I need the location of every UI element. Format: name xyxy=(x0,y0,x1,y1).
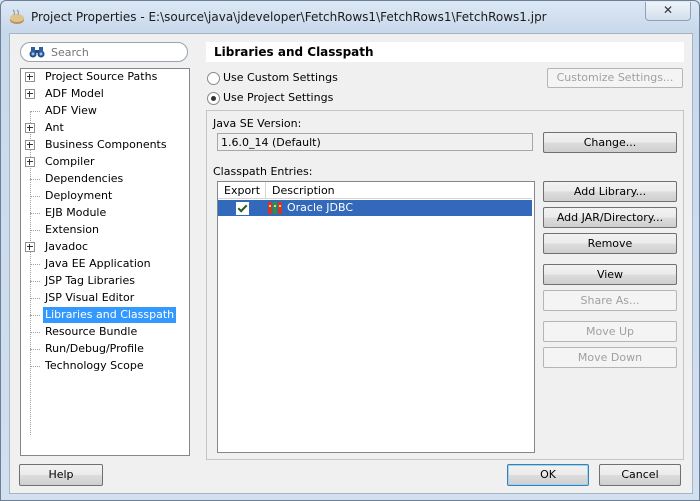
column-header-description[interactable]: Description xyxy=(266,182,532,199)
page-title: Libraries and Classpath xyxy=(206,42,684,62)
tree-connector xyxy=(30,196,40,197)
title-bar[interactable]: Project Properties - E:\source\java\jdev… xyxy=(1,1,699,33)
share-as-button[interactable]: Share As... xyxy=(543,290,677,311)
tree-connector xyxy=(30,281,40,282)
close-icon: ✕ xyxy=(662,3,674,17)
tree-item-label: Deployment xyxy=(45,189,113,202)
jdeveloper-icon xyxy=(10,9,24,24)
add-jar-directory-button[interactable]: Add JAR/Directory... xyxy=(543,207,677,228)
tree-item-label: Resource Bundle xyxy=(45,325,138,338)
tree-item-label: Ant xyxy=(45,121,64,134)
close-window-button[interactable]: ✕ xyxy=(645,2,691,21)
classpath-entries-label: Classpath Entries: xyxy=(213,165,313,178)
tree-connector xyxy=(30,230,40,231)
tree-item-label: ADF View xyxy=(45,104,97,117)
tree-connector xyxy=(30,315,40,316)
expand-icon[interactable] xyxy=(25,72,35,82)
expand-icon[interactable] xyxy=(25,89,35,99)
tree-item-label: Compiler xyxy=(45,155,95,168)
tree-item-label: Technology Scope xyxy=(45,359,144,372)
move-down-button[interactable]: Move Down xyxy=(543,347,677,368)
tree-connector xyxy=(30,264,40,265)
tree-connector xyxy=(30,111,40,112)
tree-item-label: Extension xyxy=(45,223,100,236)
dialog-body: Project Source Paths ADF Model ADF View … xyxy=(9,33,693,494)
tree-item-label: EJB Module xyxy=(45,206,107,219)
tree-connector xyxy=(30,213,40,214)
tree-connector xyxy=(30,332,40,333)
category-tree[interactable]: Project Source Paths ADF Model ADF View … xyxy=(20,68,190,456)
use-custom-settings-radio[interactable] xyxy=(207,72,220,85)
customize-settings-button[interactable]: Customize Settings... xyxy=(547,68,683,88)
tree-item-label: Java EE Application xyxy=(45,257,151,270)
tree-item-label: ADF Model xyxy=(45,87,104,100)
cancel-button[interactable]: Cancel xyxy=(599,464,681,486)
tree-connector xyxy=(30,179,40,180)
window-title: Project Properties - E:\source\java\jdev… xyxy=(31,10,547,24)
use-project-settings-label[interactable]: Use Project Settings xyxy=(223,91,333,104)
tree-connector xyxy=(30,298,40,299)
search-field[interactable] xyxy=(20,42,188,62)
ok-button[interactable]: OK xyxy=(507,464,589,486)
view-button[interactable]: View xyxy=(543,264,677,285)
entry-description: Oracle JDBC xyxy=(287,201,354,214)
java-se-version-field: 1.6.0_14 (Default) xyxy=(217,133,533,151)
expand-icon[interactable] xyxy=(25,140,35,150)
tree-item-label: Run/Debug/Profile xyxy=(45,342,144,355)
tree-item-label: Project Source Paths xyxy=(45,70,158,83)
tree-connector xyxy=(30,366,40,367)
tree-item-label: JSP Tag Libraries xyxy=(45,274,135,287)
expand-icon[interactable] xyxy=(25,242,35,252)
move-up-button[interactable]: Move Up xyxy=(543,321,677,342)
export-checkbox[interactable] xyxy=(236,202,249,215)
use-custom-settings-label[interactable]: Use Custom Settings xyxy=(223,71,338,84)
expand-icon[interactable] xyxy=(25,157,35,167)
help-button[interactable]: Help xyxy=(19,464,103,486)
expand-icon[interactable] xyxy=(25,123,35,133)
library-icon xyxy=(268,202,282,214)
use-project-settings-radio[interactable] xyxy=(207,92,220,105)
change-button[interactable]: Change... xyxy=(543,132,677,153)
classpath-entries-table[interactable]: Export Description Oracle JDBC xyxy=(217,181,535,453)
tree-item-label: Javadoc xyxy=(45,240,88,253)
add-library-button[interactable]: Add Library... xyxy=(543,181,677,202)
tree-item-label: JSP Visual Editor xyxy=(45,291,135,304)
table-row[interactable]: Oracle JDBC xyxy=(218,200,532,216)
tree-item-label: Dependencies xyxy=(45,172,124,185)
settings-group: Java SE Version: 1.6.0_14 (Default) Chan… xyxy=(206,110,684,460)
project-properties-window: Project Properties - E:\source\java\jdev… xyxy=(0,0,700,501)
remove-button[interactable]: Remove xyxy=(543,233,677,254)
tree-connector xyxy=(30,349,40,350)
column-header-export[interactable]: Export xyxy=(218,182,266,199)
java-se-version-label: Java SE Version: xyxy=(213,117,302,130)
binoculars-icon xyxy=(29,47,45,58)
search-input[interactable] xyxy=(51,45,179,59)
tree-item-label: Business Components xyxy=(45,138,167,151)
tree-item-label: Libraries and Classpath xyxy=(43,307,177,323)
